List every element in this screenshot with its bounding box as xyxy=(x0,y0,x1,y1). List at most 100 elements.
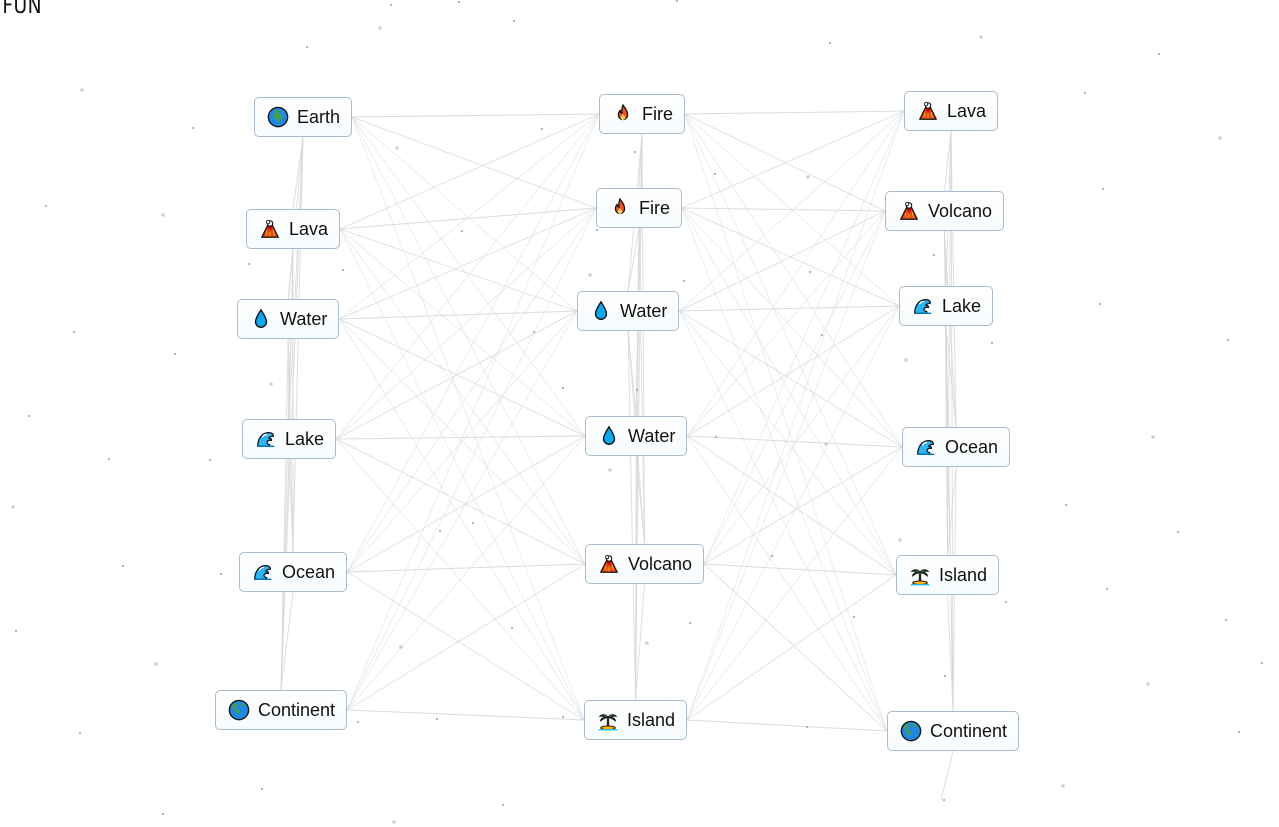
background-particle xyxy=(512,19,516,23)
background-particle xyxy=(1083,91,1087,95)
background-particle xyxy=(27,414,31,418)
connection-line xyxy=(351,116,586,437)
earth-americas-globe-icon xyxy=(228,699,250,721)
element-label: Volcano xyxy=(628,553,693,574)
background-particle xyxy=(979,35,983,39)
element-water[interactable]: Water xyxy=(577,291,680,331)
background-particle xyxy=(595,228,599,232)
element-continent[interactable]: Continent xyxy=(887,711,1020,751)
element-island[interactable]: Island xyxy=(896,555,1000,595)
background-particle xyxy=(540,127,544,131)
volcano-icon xyxy=(259,218,281,240)
connection-line xyxy=(347,563,586,573)
element-label: Lava xyxy=(289,218,329,239)
background-particle xyxy=(852,615,856,619)
element-label: Water xyxy=(620,300,668,321)
background-particle xyxy=(806,175,810,179)
background-particle xyxy=(1064,503,1068,507)
element-label: Water xyxy=(628,425,676,446)
background-particle xyxy=(682,279,686,283)
connection-line xyxy=(346,310,578,573)
connection-line xyxy=(687,719,888,732)
connection-line xyxy=(346,207,597,573)
earth-africa-globe-icon xyxy=(267,106,289,128)
connection-line xyxy=(703,305,900,565)
element-fire[interactable]: Fire xyxy=(599,94,685,134)
element-earth[interactable]: Earth xyxy=(254,97,353,137)
background-particle xyxy=(121,564,125,568)
background-particle xyxy=(1226,338,1230,342)
background-particle xyxy=(532,330,536,334)
connection-line xyxy=(339,228,586,565)
background-particle xyxy=(1176,530,1180,534)
element-lake[interactable]: Lake xyxy=(242,419,337,459)
background-particle xyxy=(990,341,994,345)
element-ocean[interactable]: Ocean xyxy=(239,552,348,592)
connection-line xyxy=(684,110,905,115)
background-particle xyxy=(688,621,692,625)
background-particle xyxy=(191,126,195,130)
element-label: Lake xyxy=(942,295,982,316)
background-particle xyxy=(438,529,442,533)
connection-line xyxy=(346,113,600,573)
background-particle xyxy=(173,352,177,356)
element-label: Lake xyxy=(285,428,325,449)
connection-line xyxy=(684,113,903,448)
background-particle xyxy=(1157,52,1161,56)
background-particle xyxy=(633,150,637,154)
connection-line xyxy=(339,113,600,230)
element-island[interactable]: Island xyxy=(584,700,688,740)
element-label: Island xyxy=(627,709,676,730)
background-particle xyxy=(561,715,565,719)
element-lava[interactable]: Lava xyxy=(246,209,341,249)
element-label: Volcano xyxy=(928,200,993,221)
background-particle xyxy=(269,382,273,386)
palm-island-icon xyxy=(909,564,931,586)
volcano-icon xyxy=(598,553,620,575)
connection-line xyxy=(684,113,897,576)
wave-icon xyxy=(252,561,274,583)
volcano-icon xyxy=(898,200,920,222)
background-particle xyxy=(713,172,717,176)
background-particle xyxy=(247,262,251,266)
background-particle xyxy=(154,662,158,666)
background-particle xyxy=(561,386,565,390)
connection-line xyxy=(339,113,600,320)
element-volcano[interactable]: Volcano xyxy=(585,544,705,584)
background-particle xyxy=(471,521,475,525)
element-label: Earth xyxy=(297,106,341,127)
connection-line xyxy=(686,210,886,437)
connection-line xyxy=(347,709,585,721)
element-label: Water xyxy=(280,308,328,329)
background-particle xyxy=(714,435,718,439)
connection-line xyxy=(339,228,578,312)
background-particle xyxy=(356,720,360,724)
connection-line xyxy=(687,305,900,437)
background-particle xyxy=(260,787,264,791)
background-particle xyxy=(11,505,15,509)
palm-island-icon xyxy=(597,709,619,731)
fire-icon xyxy=(612,103,634,125)
droplet-icon xyxy=(590,300,612,322)
connection-line xyxy=(704,563,897,576)
background-particle xyxy=(675,0,679,3)
droplet-icon xyxy=(598,425,620,447)
element-continent[interactable]: Continent xyxy=(215,690,348,730)
element-lava[interactable]: Lava xyxy=(904,91,999,131)
background-particle xyxy=(1101,187,1105,191)
element-volcano[interactable]: Volcano xyxy=(885,191,1005,231)
volcano-icon xyxy=(917,100,939,122)
background-particle xyxy=(435,717,439,721)
wave-icon xyxy=(915,436,937,458)
element-water[interactable]: Water xyxy=(585,416,688,456)
fire-icon xyxy=(609,197,631,219)
background-particle xyxy=(1237,730,1241,734)
background-particle xyxy=(395,146,399,150)
element-fire[interactable]: Fire xyxy=(596,188,682,228)
element-label: Ocean xyxy=(945,436,999,457)
background-particle xyxy=(805,725,809,729)
element-lake[interactable]: Lake xyxy=(899,286,994,326)
element-water[interactable]: Water xyxy=(237,299,340,339)
element-ocean[interactable]: Ocean xyxy=(902,427,1011,467)
background-particle xyxy=(72,330,76,334)
